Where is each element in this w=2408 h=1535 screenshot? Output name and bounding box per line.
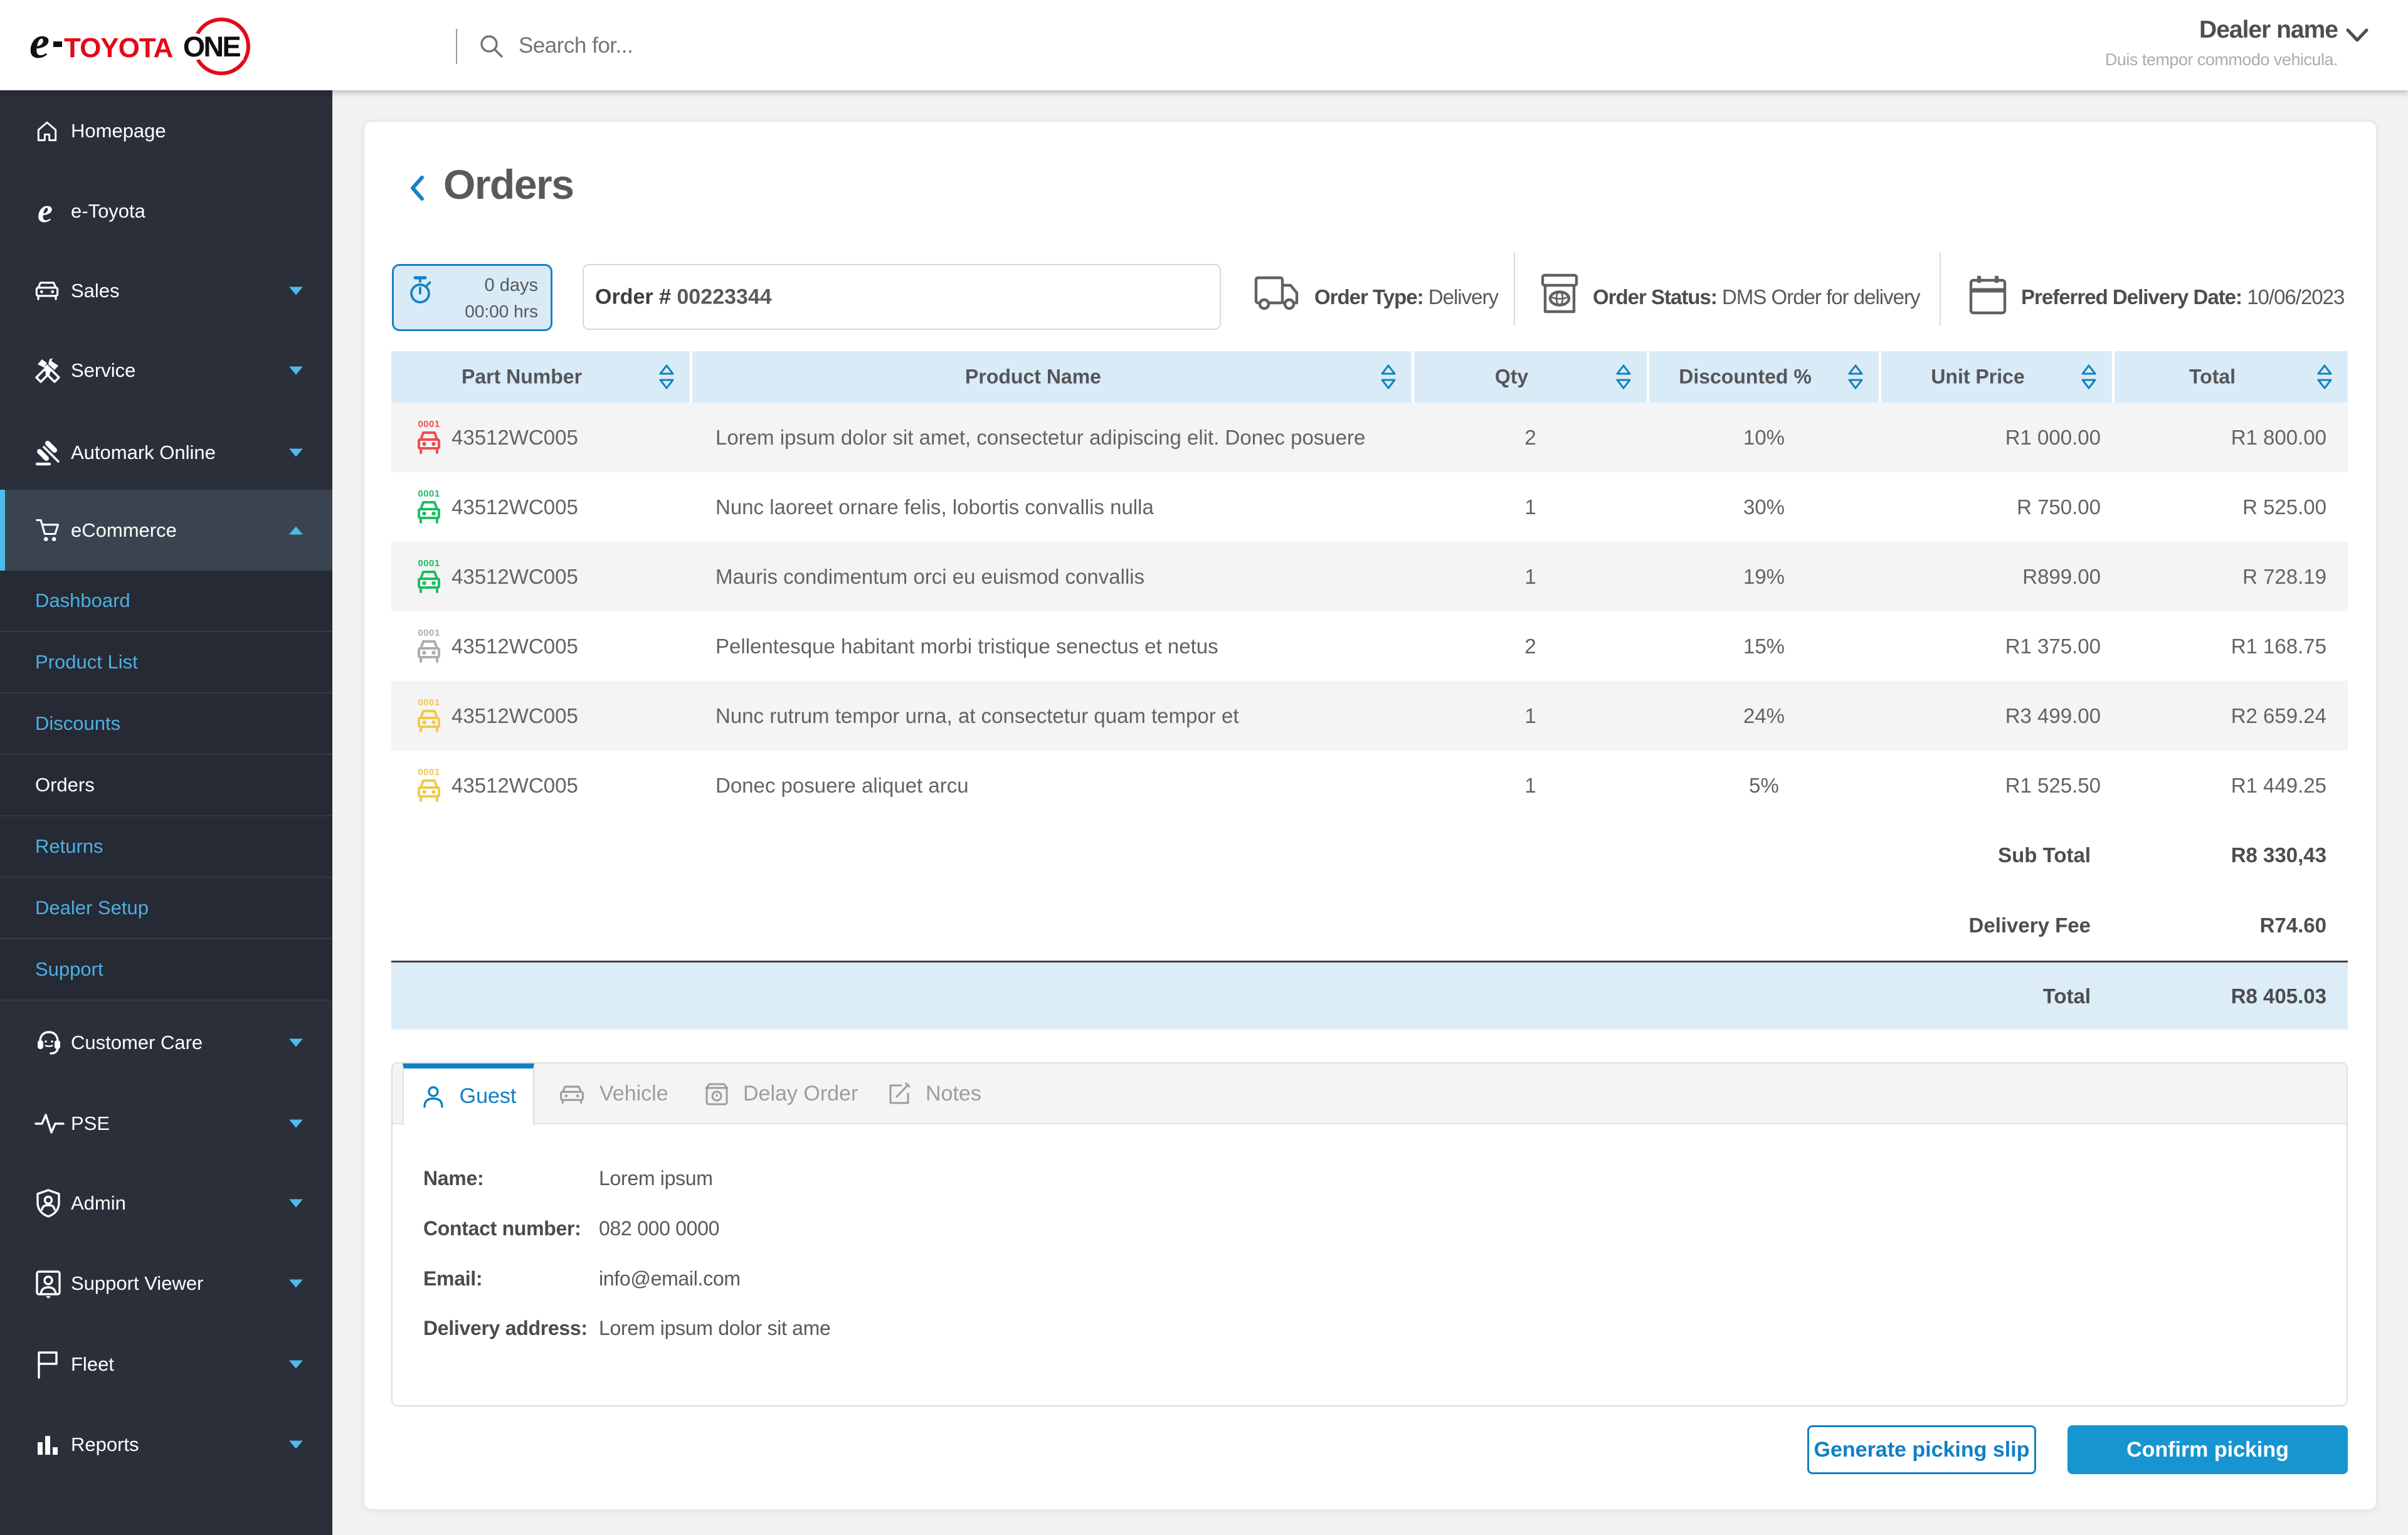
svg-text:0001: 0001 xyxy=(418,559,440,569)
svg-text:e: e xyxy=(38,197,53,226)
svg-text:e: e xyxy=(29,18,50,68)
svg-text:0001: 0001 xyxy=(418,489,440,499)
svg-text:0001: 0001 xyxy=(418,698,440,708)
svg-text:0001: 0001 xyxy=(418,768,440,778)
svg-text:0001: 0001 xyxy=(418,628,440,638)
svg-text:0001: 0001 xyxy=(418,419,440,430)
svg-text:ONE: ONE xyxy=(183,31,241,63)
svg-text:TOYOTA: TOYOTA xyxy=(64,33,172,63)
